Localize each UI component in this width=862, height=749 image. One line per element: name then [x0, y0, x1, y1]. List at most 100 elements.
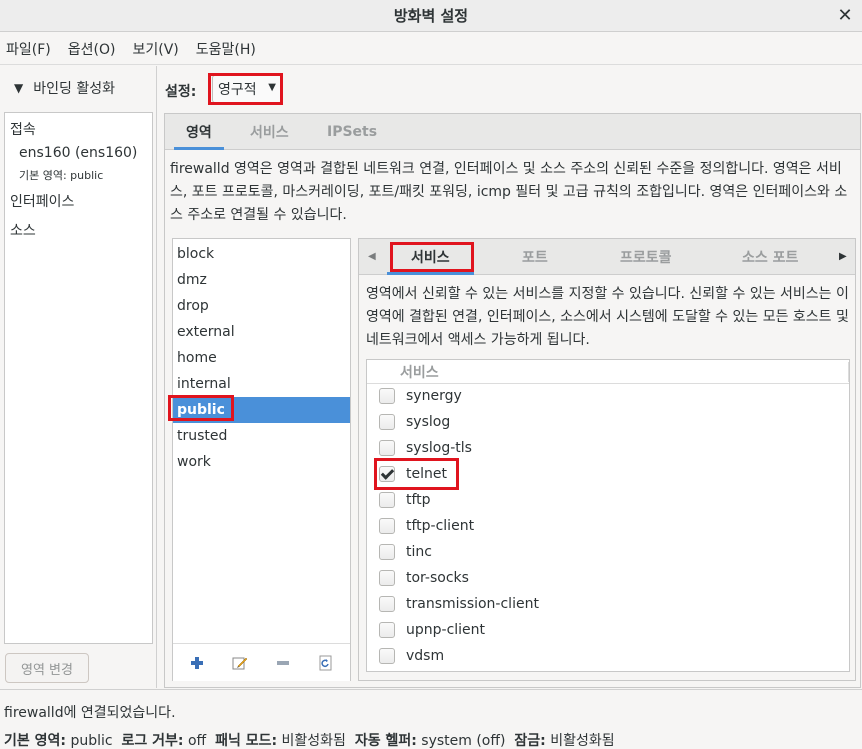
reload-icon — [319, 655, 332, 671]
status-default-zone-value: public — [70, 733, 113, 749]
service-row: tftp-client — [367, 513, 849, 539]
service-row: transmission-client — [367, 591, 849, 617]
zone-item-block[interactable]: block — [173, 241, 350, 267]
plus-icon — [191, 657, 203, 669]
config-dropdown[interactable]: 영구적 ▼ — [212, 75, 282, 103]
connections-header: 접속 — [10, 122, 36, 138]
connection-item[interactable]: ens160 (ens160) — [19, 145, 137, 161]
service-row: synergy — [367, 383, 849, 409]
column-divider — [848, 362, 849, 382]
service-row: telnet — [367, 461, 849, 487]
status-bar: firewalld에 연결되었습니다. 기본 영역: public 로그 거부:… — [0, 689, 862, 749]
minus-icon — [277, 661, 289, 665]
service-name: tftp — [406, 492, 431, 508]
config-label: 설정: — [165, 84, 197, 100]
service-checkbox[interactable] — [379, 622, 395, 638]
service-name: syslog — [406, 414, 451, 430]
service-row: upnp-client — [367, 617, 849, 643]
service-name: transmission-client — [406, 596, 539, 612]
menu-options[interactable]: 옵션(O) — [68, 39, 116, 59]
service-column-header[interactable]: 서비스 — [367, 360, 849, 384]
service-checkbox[interactable] — [379, 544, 395, 560]
tab-zone-protocols[interactable]: 프로토콜 — [620, 239, 672, 275]
tab-zones[interactable]: 영역 — [174, 114, 224, 150]
connection-default-zone: 기본 영역: public — [19, 169, 104, 182]
zone-item-internal[interactable]: internal — [173, 371, 350, 397]
zone-item-external[interactable]: external — [173, 319, 350, 345]
service-name: syslog-tls — [406, 440, 472, 456]
connections-list: 접속 ens160 (ens160) 기본 영역: public 인터페이스 소… — [4, 112, 153, 644]
edit-zone-button[interactable] — [230, 653, 250, 673]
service-column-label: 서비스 — [400, 364, 439, 381]
service-checkbox[interactable] — [379, 492, 395, 508]
service-row: syslog-tls — [367, 435, 849, 461]
menu-help[interactable]: 도움말(H) — [196, 39, 256, 59]
service-checkbox[interactable] — [379, 388, 395, 404]
change-zone-button[interactable]: 영역 변경 — [5, 653, 89, 683]
status-log-denied-value: off — [187, 733, 207, 749]
service-row: tor-socks — [367, 565, 849, 591]
window-title: 방화벽 설정 — [393, 7, 469, 25]
service-checkbox[interactable] — [379, 596, 395, 612]
zone-item-work[interactable]: work — [173, 449, 350, 475]
service-description: 영역에서 신뢰할 수 있는 서비스를 지정할 수 있습니다. 신뢰할 수 있는 … — [366, 286, 849, 348]
menu-file[interactable]: 파일(F) — [6, 39, 51, 59]
status-helper-label: 자동 헬퍼: — [354, 733, 417, 749]
zone-toolbar — [173, 643, 350, 681]
service-list: 서비스 synergy syslog syslog-tls telnet tft… — [366, 359, 850, 672]
zone-settings-notebook: ◀ 서비스 포트 프로토콜 소스 포트 ▶ 영역에서 신뢰할 수 있는 서비스를… — [358, 238, 856, 681]
title-bar: 방화벽 설정 ✕ — [0, 0, 862, 32]
status-lock-value: 비활성화됨 — [550, 733, 615, 749]
status-log-denied-label: 로그 거부: — [121, 733, 184, 749]
service-checkbox[interactable] — [379, 648, 395, 664]
service-row: tftp — [367, 487, 849, 513]
connection-status: firewalld에 연결되었습니다. — [4, 705, 176, 721]
sources-header: 소스 — [10, 223, 36, 239]
zone-item-trusted[interactable]: trusted — [173, 423, 350, 449]
service-name: tinc — [406, 544, 432, 560]
add-zone-button[interactable] — [187, 653, 207, 673]
tab-scroll-right-icon[interactable]: ▶ — [839, 251, 847, 262]
service-row: syslog — [367, 409, 849, 435]
status-panic-value: 비활성화됨 — [281, 733, 346, 749]
service-checkbox[interactable] — [379, 440, 395, 456]
zone-settings-tab-bar: ◀ 서비스 포트 프로토콜 소스 포트 ▶ — [359, 239, 855, 275]
service-name: vdsm — [406, 648, 445, 664]
zone-item-public[interactable]: public — [173, 397, 350, 423]
close-icon[interactable]: ✕ — [834, 4, 856, 26]
remove-zone-button[interactable] — [273, 653, 293, 673]
status-default-zone-label: 기본 영역: — [4, 733, 66, 749]
tab-ipsets[interactable]: IPSets — [327, 114, 377, 150]
tab-zone-source-ports[interactable]: 소스 포트 — [742, 239, 798, 275]
tab-scroll-left-icon[interactable]: ◀ — [368, 251, 376, 262]
service-checkbox-checked[interactable] — [379, 466, 395, 482]
service-name: synergy — [406, 388, 462, 404]
binding-label: 바인딩 활성화 — [33, 81, 115, 97]
zone-item-dmz[interactable]: dmz — [173, 267, 350, 293]
service-checkbox[interactable] — [379, 518, 395, 534]
zone-item-home[interactable]: home — [173, 345, 350, 371]
service-checkbox[interactable] — [379, 570, 395, 586]
main-tab-bar: 영역 서비스 IPSets — [165, 114, 860, 150]
status-summary: 기본 영역: public 로그 거부: off 패닉 모드: 비활성화됨 자동… — [4, 730, 615, 749]
tab-zone-ports[interactable]: 포트 — [522, 239, 548, 275]
menu-bar: 파일(F) 옵션(O) 보기(V) 도움말(H) — [0, 33, 862, 65]
interfaces-header: 인터페이스 — [10, 194, 75, 210]
status-lock-label: 잠금: — [514, 733, 546, 749]
service-checkbox[interactable] — [379, 414, 395, 430]
service-name: tftp-client — [406, 518, 475, 534]
tab-zone-services[interactable]: 서비스 — [387, 239, 474, 275]
menu-view[interactable]: 보기(V) — [132, 39, 178, 59]
binding-toggle[interactable]: ▼ 바인딩 활성화 — [14, 78, 115, 98]
service-name: tor-socks — [406, 570, 469, 586]
connections-pane: ▼ 바인딩 활성화 접속 ens160 (ens160) 기본 영역: publ… — [0, 66, 157, 688]
tab-services[interactable]: 서비스 — [250, 114, 289, 150]
zone-description: firewalld 영역은 영역과 결합된 네트워크 연결, 인터페이스 및 소… — [170, 161, 848, 223]
config-value: 영구적 — [218, 82, 257, 98]
edit-icon — [232, 657, 248, 670]
reload-zone-button[interactable] — [316, 653, 336, 673]
main-notebook: 영역 서비스 IPSets firewalld 영역은 영역과 결합된 네트워크… — [164, 113, 861, 688]
chevron-down-icon: ▼ — [14, 81, 24, 95]
zone-item-drop[interactable]: drop — [173, 293, 350, 319]
service-row: vdsm — [367, 643, 849, 669]
